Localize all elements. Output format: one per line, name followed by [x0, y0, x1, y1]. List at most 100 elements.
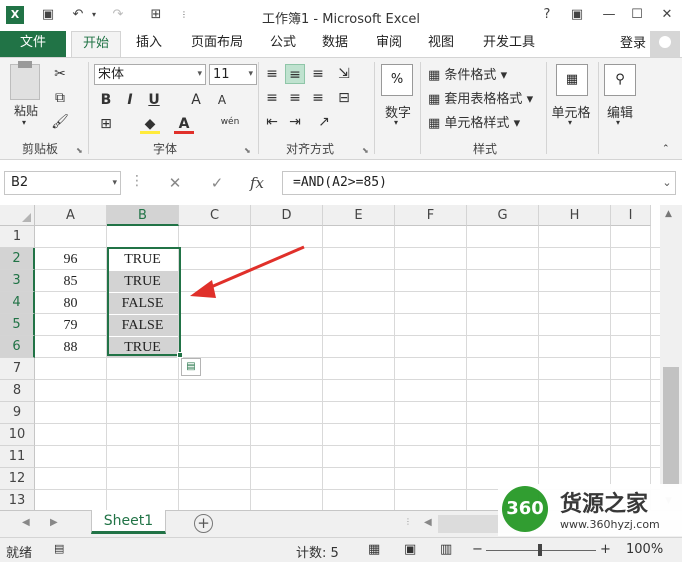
shrink-font-button[interactable]: A [212, 90, 232, 110]
column-header-h[interactable]: H [539, 205, 611, 226]
clipboard-launcher-icon[interactable]: ⬊ [76, 146, 83, 155]
font-name-select[interactable]: 宋体 ▾ [94, 64, 206, 85]
cell-a6[interactable]: 88 [35, 337, 106, 358]
editing-dropdown-icon[interactable]: ▾ [616, 118, 620, 127]
ribbon-display-button[interactable]: ▣ [567, 6, 587, 24]
align-middle-icon[interactable]: ≡ [285, 64, 305, 84]
page-break-view-icon[interactable]: ▥ [440, 542, 452, 557]
number-dropdown-icon[interactable]: ▾ [394, 118, 398, 127]
row-header-10[interactable]: 10 [0, 424, 35, 446]
hscroll-left-icon[interactable]: ◀ [424, 517, 432, 528]
add-sheet-button[interactable]: + [194, 514, 213, 533]
tab-formulas[interactable]: 公式 [260, 31, 306, 57]
column-header-a[interactable]: A [35, 205, 107, 226]
zoom-in-icon[interactable]: + [600, 542, 611, 557]
quick-analysis-icon[interactable]: ▤ [181, 358, 201, 376]
scroll-up-icon[interactable]: ▲ [665, 209, 672, 219]
wrap-text-icon[interactable]: ⇲ [334, 64, 354, 84]
format-as-table-button[interactable]: ▦ 套用表格格式 ▾ [428, 88, 533, 107]
cell-b2[interactable]: TRUE [107, 249, 178, 270]
tab-home[interactable]: 开始 [71, 31, 121, 57]
row-header-13[interactable]: 13 [0, 490, 35, 510]
column-header-b[interactable]: B [107, 205, 179, 226]
tab-insert[interactable]: 插入 [126, 31, 172, 57]
font-color-icon[interactable]: A [174, 114, 194, 134]
align-top-icon[interactable]: ≡ [262, 64, 282, 84]
tab-page-layout[interactable]: 页面布局 [182, 31, 252, 57]
insert-function-button[interactable]: fx [244, 171, 270, 195]
cells-icon[interactable]: ▦ [556, 64, 588, 96]
alignment-launcher-icon[interactable]: ⬊ [362, 146, 369, 155]
collapse-ribbon-icon[interactable]: ⌃ [662, 144, 670, 154]
cancel-formula-button[interactable]: ✕ [162, 171, 188, 195]
bold-button[interactable]: B [96, 90, 116, 110]
tab-review[interactable]: 审阅 [366, 31, 412, 57]
underline-button[interactable]: U [144, 90, 164, 110]
grow-font-button[interactable]: A [186, 90, 206, 110]
sheet-tab-sheet1[interactable]: Sheet1 [91, 510, 166, 534]
close-button[interactable]: ✕ [657, 6, 677, 24]
prev-sheet-icon[interactable]: ◀ [22, 517, 30, 528]
login-link[interactable]: 登录 [620, 31, 646, 57]
row-header-9[interactable]: 9 [0, 402, 35, 424]
decrease-indent-icon[interactable]: ⇤ [262, 112, 282, 132]
align-left-icon[interactable]: ≡ [262, 88, 282, 108]
column-header-g[interactable]: G [467, 205, 539, 226]
binoculars-icon[interactable]: ⚲ [604, 64, 636, 96]
enter-formula-button[interactable]: ✓ [204, 171, 230, 195]
font-size-select[interactable]: 11 ▾ [209, 64, 257, 85]
formula-input[interactable]: =AND(A2>=85) [282, 171, 676, 195]
column-header-f[interactable]: F [395, 205, 467, 226]
vertical-scrollbar[interactable]: ▲ ▼ [660, 205, 682, 510]
paste-dropdown-icon[interactable]: ▾ [22, 118, 26, 127]
expand-formula-bar-icon[interactable]: ⌄ [654, 171, 680, 195]
column-header-c[interactable]: C [179, 205, 251, 226]
row-header-2[interactable]: 2 [0, 248, 35, 270]
tab-developer[interactable]: 开发工具 [474, 31, 544, 57]
cell-b4[interactable]: FALSE [107, 293, 178, 314]
borders-icon[interactable]: ⊞ [96, 114, 116, 134]
column-header-d[interactable]: D [251, 205, 323, 226]
cell-b5[interactable]: FALSE [107, 315, 178, 336]
merge-center-icon[interactable]: ⊟ [334, 88, 354, 108]
cells-dropdown-icon[interactable]: ▾ [568, 118, 572, 127]
orientation-icon[interactable]: ↗ [314, 112, 334, 132]
row-header-8[interactable]: 8 [0, 380, 35, 402]
font-launcher-icon[interactable]: ⬊ [244, 146, 251, 155]
row-header-6[interactable]: 6 [0, 336, 35, 358]
select-all-button[interactable] [0, 205, 35, 226]
row-header-12[interactable]: 12 [0, 468, 35, 490]
row-header-5[interactable]: 5 [0, 314, 35, 336]
zoom-out-icon[interactable]: − [472, 542, 483, 557]
next-sheet-icon[interactable]: ▶ [50, 517, 58, 528]
cell-styles-button[interactable]: ▦ 单元格样式 ▾ [428, 112, 520, 131]
percent-icon[interactable]: % [381, 64, 413, 96]
format-painter-icon[interactable]: 🖌 [50, 112, 70, 132]
restore-button[interactable]: ☐ [627, 6, 647, 24]
minimize-button[interactable]: — [599, 6, 619, 24]
tab-file[interactable]: 文件 [0, 31, 66, 57]
cell-a4[interactable]: 80 [35, 293, 106, 314]
align-center-icon[interactable]: ≡ [285, 88, 305, 108]
scroll-thumb[interactable] [663, 367, 679, 487]
align-bottom-icon[interactable]: ≡ [308, 64, 328, 84]
align-right-icon[interactable]: ≡ [308, 88, 328, 108]
tab-data[interactable]: 数据 [312, 31, 358, 57]
cell-a2[interactable]: 96 [35, 249, 106, 270]
conditional-format-button[interactable]: ▦ 条件格式 ▾ [428, 64, 507, 83]
paste-button[interactable]: 粘贴 [10, 102, 42, 119]
tab-split-icon[interactable]: ⋮ [404, 517, 412, 526]
column-header-e[interactable]: E [323, 205, 395, 226]
copy-icon[interactable]: ⧉ [50, 88, 70, 108]
paste-icon[interactable] [10, 61, 40, 100]
increase-indent-icon[interactable]: ⇥ [285, 112, 305, 132]
cell-b3[interactable]: TRUE [107, 271, 178, 292]
row-header-7[interactable]: 7 [0, 358, 35, 380]
name-box[interactable]: B2 ▾ [4, 171, 121, 195]
phonetic-button[interactable]: wén [218, 112, 242, 132]
zoom-level[interactable]: 100% [626, 542, 663, 557]
italic-button[interactable]: I [120, 90, 140, 110]
column-header-i[interactable]: I [611, 205, 651, 226]
tab-view[interactable]: 视图 [418, 31, 464, 57]
normal-view-icon[interactable]: ▦ [368, 542, 380, 557]
